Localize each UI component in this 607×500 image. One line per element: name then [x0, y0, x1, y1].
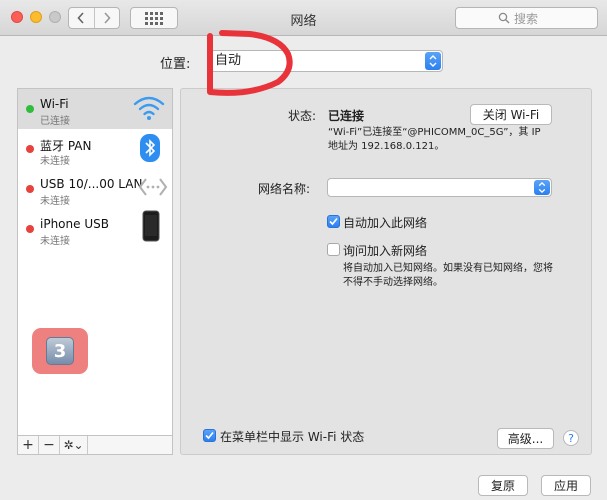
service-name: iPhone USB	[40, 217, 109, 231]
service-item-wifi[interactable]: Wi-Fi 已连接	[18, 89, 172, 129]
gear-icon: ✲⌄	[63, 438, 84, 452]
service-status: 已连接	[40, 116, 70, 127]
iphone-icon	[142, 210, 160, 242]
network-name-label: 网络名称:	[258, 182, 311, 196]
service-list: Wi-Fi 已连接 蓝牙 PAN 未连接 USB 10/...00 LAN 未连…	[17, 88, 173, 436]
service-status: 未连接	[40, 236, 70, 247]
revert-button[interactable]: 复原	[478, 475, 528, 496]
help-button[interactable]: ?	[563, 430, 579, 446]
action-menu-button[interactable]: ✲⌄	[60, 436, 88, 454]
remove-service-button[interactable]: −	[39, 436, 60, 454]
auto-join-checkbox[interactable]	[327, 215, 340, 228]
service-item-iphone-usb[interactable]: iPhone USB 未连接	[18, 209, 172, 249]
add-service-button[interactable]: +	[18, 436, 39, 454]
ask-join-label: 询问加入新网络	[343, 244, 428, 258]
ask-join-hint: 将自动加入已知网络。如果没有已知网络，您将不得不手动选择网络。	[343, 263, 553, 288]
status-dot	[26, 145, 34, 153]
status-dot	[26, 225, 34, 233]
status-dot	[26, 185, 34, 193]
status-label: 状态:	[288, 109, 317, 123]
service-status: 未连接	[40, 156, 70, 167]
advanced-button[interactable]: 高级...	[497, 428, 554, 449]
service-item-bluetooth-pan[interactable]: 蓝牙 PAN 未连接	[18, 129, 172, 169]
turn-off-wifi-button[interactable]: 关闭 Wi-Fi	[470, 104, 552, 125]
ethernet-icon	[138, 178, 168, 196]
network-name-select[interactable]	[327, 178, 552, 197]
checkmark-icon	[329, 217, 338, 226]
service-name: Wi-Fi	[40, 97, 69, 111]
search-icon	[498, 12, 510, 24]
service-list-toolbar: + − ✲⌄	[17, 435, 173, 455]
service-status: 未连接	[40, 196, 70, 207]
keycap-number: 3	[46, 337, 74, 365]
status-dot	[26, 105, 34, 113]
search-placeholder: 搜索	[514, 11, 539, 26]
service-name: USB 10/...00 LAN	[40, 177, 143, 191]
location-label: 位置:	[160, 57, 191, 72]
show-in-menubar-checkbox[interactable]	[203, 429, 216, 442]
checkmark-icon	[205, 431, 214, 440]
wifi-icon	[133, 96, 165, 120]
title-bar: 网络 搜索	[0, 0, 607, 36]
bluetooth-icon	[140, 134, 160, 162]
annotation-circle	[207, 30, 293, 96]
ask-join-checkbox[interactable]	[327, 243, 340, 256]
select-arrows-icon	[425, 52, 441, 70]
select-arrows-icon	[534, 180, 550, 195]
status-description: “Wi-Fi”已连接至“@PHICOMM_0C_5G”，其 IP 地址为 192…	[328, 127, 541, 152]
search-field[interactable]: 搜索	[455, 7, 598, 29]
status-value: 已连接	[328, 109, 365, 123]
service-item-usb-lan[interactable]: USB 10/...00 LAN 未连接	[18, 169, 172, 209]
auto-join-label: 自动加入此网络	[343, 216, 428, 230]
number-badge: 3	[32, 328, 88, 374]
show-in-menubar-label: 在菜单栏中显示 Wi-Fi 状态	[220, 430, 365, 444]
apply-button[interactable]: 应用	[541, 475, 591, 496]
